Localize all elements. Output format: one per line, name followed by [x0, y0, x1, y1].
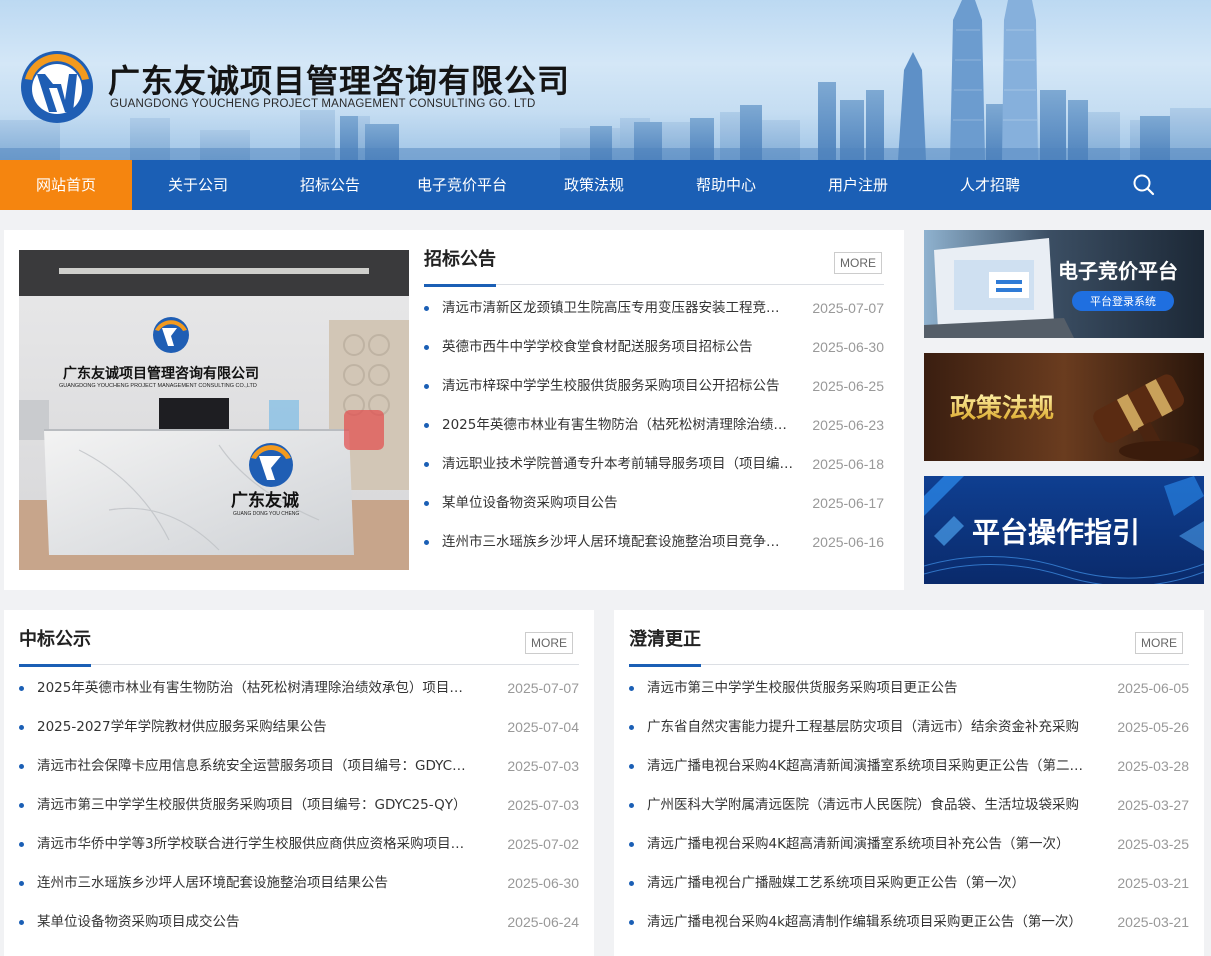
list-item[interactable]: 清远市第三中学学生校服供货服务采购项目更正公告 2025-06-05 [629, 669, 1189, 708]
policy-banner[interactable]: 政策法规 [924, 353, 1204, 461]
list-item[interactable]: 2025年英德市林业有害生物防治（枯死松树清理除治绩效承包）项目结果公告 2025… [19, 669, 579, 708]
bullet-icon [424, 540, 429, 545]
bullet-icon [629, 842, 634, 847]
bullet-icon [629, 881, 634, 886]
bullet-icon [629, 686, 634, 691]
bullet-icon [629, 803, 634, 808]
list-item[interactable]: 清远广播电视台广播融媒工艺系统项目采购更正公告（第一次） 2025-03-21 [629, 864, 1189, 903]
bullet-icon [19, 881, 24, 886]
list-item[interactable]: 清远市梓琛中学学生校服供货服务采购项目公开招标公告 2025-06-25 [424, 367, 884, 406]
tender-section: 招标公告 MORE 清远市清新区龙颈镇卫生院高压专用变压器安装工程竞价公告 202… [424, 245, 884, 575]
bullet-icon [19, 764, 24, 769]
e-bidding-banner[interactable]: 电子竞价平台 平台登录系统 [924, 230, 1204, 338]
bullet-icon [19, 725, 24, 730]
company-logo-icon[interactable] [16, 44, 98, 126]
nav-item-tender[interactable]: 招标公告 [264, 160, 396, 210]
list-item[interactable]: 广州医科大学附属清远医院（清远市人民医院）食品袋、生活垃圾袋采购 2025-03-… [629, 786, 1189, 825]
wall-sign-en: GUANGDONG YOUCHENG PROJECT MANAGEMENT CO… [59, 383, 257, 389]
bullet-icon [629, 920, 634, 925]
desk-sign-en: GUANG DONG YOU CHENG [233, 511, 299, 517]
bullet-icon [424, 345, 429, 350]
office-photo: 广东友诚项目管理咨询有限公司 GUANGDONG YOUCHENG PROJEC… [19, 250, 409, 570]
nav-item-about[interactable]: 关于公司 [132, 160, 264, 210]
nav-item-policy[interactable]: 政策法规 [528, 160, 660, 210]
list-item[interactable]: 某单位设备物资采购项目成交公告 2025-06-24 [19, 903, 579, 942]
list-item[interactable]: 清远职业技术学院普通专升本考前辅导服务项目（项目编号） 2025-06-18 [424, 445, 884, 484]
nav-item-help[interactable]: 帮助中心 [660, 160, 792, 210]
list-item[interactable]: 英德市西牛中学学校食堂食材配送服务项目招标公告 2025-06-30 [424, 328, 884, 367]
list-item[interactable]: 清远市社会保障卡应用信息系统安全运营服务项目（项目编号：GDYC25） 2025-… [19, 747, 579, 786]
tender-list: 清远市清新区龙颈镇卫生院高压专用变压器安装工程竞价公告 2025-07-07 英德… [424, 289, 884, 562]
site-header: 广东友诚项目管理咨询有限公司 GUANGDONG YOUCHENG PROJEC… [0, 0, 1211, 160]
list-item[interactable]: 2025-2027学年学院教材供应服务采购结果公告 2025-07-04 [19, 708, 579, 747]
desk-sign-cn: 广东友诚 [231, 490, 299, 511]
nav-item-careers[interactable]: 人才招聘 [924, 160, 1056, 210]
bullet-icon [19, 803, 24, 808]
bullet-icon [424, 423, 429, 428]
tender-title: 招标公告 [424, 245, 498, 287]
bullet-icon [424, 306, 429, 311]
list-item[interactable]: 清远广播电视台采购4K超高清新闻演播室系统项目采购更正公告（第二次） 2025-0… [629, 747, 1189, 786]
award-more-button[interactable]: MORE [525, 632, 573, 654]
e-bidding-title: 电子竞价平台 [1058, 259, 1178, 283]
list-item[interactable]: 清远市华侨中学等3所学校联合进行学生校服供应商供应资格采购项目结果 2025-07… [19, 825, 579, 864]
bullet-icon [629, 725, 634, 730]
nav-item-register[interactable]: 用户注册 [792, 160, 924, 210]
bullet-icon [19, 920, 24, 925]
wall-sign-cn: 广东友诚项目管理咨询有限公司 [63, 365, 259, 382]
clarify-section: 澄清更正 MORE 清远市第三中学学生校服供货服务采购项目更正公告 2025-06… [629, 625, 1189, 956]
policy-title: 政策法规 [950, 393, 1054, 424]
main-nav: 网站首页 关于公司 招标公告 电子竞价平台 政策法规 帮助中心 用户注册 人才招… [0, 160, 1211, 210]
list-item[interactable]: 广东省自然灾害能力提升工程基层防灾项目（清远市）结余资金补充采购 2025-05-… [629, 708, 1189, 747]
list-item[interactable]: 清远广播电视台采购4k超高清制作编辑系统项目采购更正公告（第一次） 2025-03… [629, 903, 1189, 942]
guide-title: 平台操作指引 [972, 516, 1140, 549]
list-item[interactable]: 2025年英德市林业有害生物防治（枯死松树清理除治绩效承包）项目2025-06-… [424, 406, 884, 445]
bullet-icon [19, 842, 24, 847]
award-section: 中标公示 MORE 2025年英德市林业有害生物防治（枯死松树清理除治绩效承包）… [19, 625, 579, 956]
bullet-icon [424, 501, 429, 506]
bullet-icon [629, 764, 634, 769]
clarify-more-button[interactable]: MORE [1135, 632, 1183, 654]
search-icon[interactable] [1130, 171, 1158, 199]
company-name-cn: 广东友诚项目管理咨询有限公司 [108, 62, 571, 100]
list-item[interactable]: 清远市清新区龙颈镇卫生院高压专用变压器安装工程竞价公告 2025-07-07 [424, 289, 884, 328]
nav-item-home[interactable]: 网站首页 [0, 160, 132, 210]
tender-more-button[interactable]: MORE [834, 252, 882, 274]
award-list: 2025年英德市林业有害生物防治（枯死松树清理除治绩效承包）项目结果公告 2025… [19, 669, 579, 942]
company-name-en: GUANGDONG YOUCHENG PROJECT MANAGEMENT CO… [110, 98, 536, 110]
award-title: 中标公示 [19, 625, 93, 667]
list-item[interactable]: 连州市三水瑶族乡沙坪人居环境配套设施整治项目竞争性磋商 2025-06-16 [424, 523, 884, 562]
clarify-list: 清远市第三中学学生校服供货服务采购项目更正公告 2025-06-05 广东省自然灾… [629, 669, 1189, 942]
list-item[interactable]: 某单位设备物资采购项目公告 2025-06-17 [424, 484, 884, 523]
bullet-icon [424, 384, 429, 389]
list-item[interactable]: 清远市第三中学学生校服供货服务采购项目（项目编号：GDYC25-QY） 2025-… [19, 786, 579, 825]
bullet-icon [424, 462, 429, 467]
platform-login-label: 平台登录系统 [1090, 294, 1156, 308]
nav-item-e-bidding[interactable]: 电子竞价平台 [396, 160, 528, 210]
guide-banner[interactable]: 平台操作指引 [924, 476, 1204, 584]
clarify-title: 澄清更正 [629, 625, 703, 667]
bullet-icon [19, 686, 24, 691]
list-item[interactable]: 连州市三水瑶族乡沙坪人居环境配套设施整治项目结果公告 2025-06-30 [19, 864, 579, 903]
list-item[interactable]: 清远广播电视台采购4K超高清新闻演播室系统项目补充公告（第一次） 2025-03-… [629, 825, 1189, 864]
